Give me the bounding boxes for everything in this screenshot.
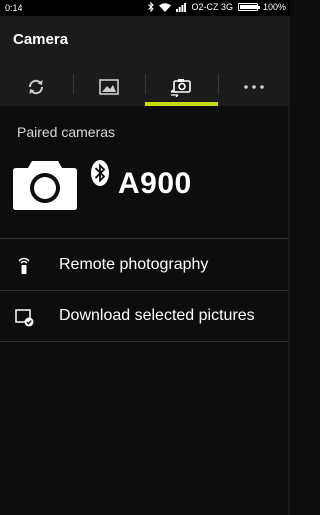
app-bar: Camera xyxy=(0,16,290,68)
status-time: 0:14 xyxy=(5,3,23,13)
bluetooth-icon xyxy=(148,2,155,12)
download-picture-icon xyxy=(15,309,34,327)
signal-icon xyxy=(176,2,187,12)
tab-more[interactable] xyxy=(217,68,291,106)
bluetooth-icon xyxy=(91,160,109,186)
remote-control-icon xyxy=(18,257,30,274)
sync-icon xyxy=(29,79,44,95)
more-icon xyxy=(243,85,264,89)
battery-fill xyxy=(239,5,257,9)
status-icons: O2-CZ 3G 100% xyxy=(148,2,286,12)
feature-menu: Remote photography Download selected pic… xyxy=(0,238,290,342)
camera-transfer-icon xyxy=(170,79,192,97)
tab-indicator xyxy=(0,102,73,106)
paired-camera[interactable]: A900 xyxy=(12,157,282,217)
camera-model-name: A900 xyxy=(118,167,192,200)
status-bar: 0:14 O2-CZ 3G 100% xyxy=(0,0,290,16)
tab-bar xyxy=(0,68,290,106)
menu-item-label: Remote photography xyxy=(59,255,209,273)
tab-indicator xyxy=(218,102,291,106)
menu-item-remote-photography[interactable]: Remote photography xyxy=(0,238,290,290)
menu-item-label: Download selected pictures xyxy=(59,307,255,324)
paired-cameras-label: Paired cameras xyxy=(17,124,116,140)
menu-item-download-selected-pictures[interactable]: Download selected pictures xyxy=(0,290,290,342)
camera-icon xyxy=(13,161,77,210)
tab-gallery[interactable] xyxy=(72,68,146,106)
wifi-icon xyxy=(159,2,172,12)
status-battery-percent: 100% xyxy=(262,2,286,12)
gallery-icon xyxy=(98,79,119,95)
app-title: Camera xyxy=(13,31,69,48)
status-carrier: O2-CZ 3G xyxy=(191,2,233,12)
tab-indicator xyxy=(73,102,146,106)
battery-icon xyxy=(237,3,260,11)
scroll-edge xyxy=(288,106,290,515)
tab-camera-transfer[interactable] xyxy=(145,68,218,106)
tab-sync[interactable] xyxy=(0,68,73,106)
tab-indicator xyxy=(145,102,218,106)
